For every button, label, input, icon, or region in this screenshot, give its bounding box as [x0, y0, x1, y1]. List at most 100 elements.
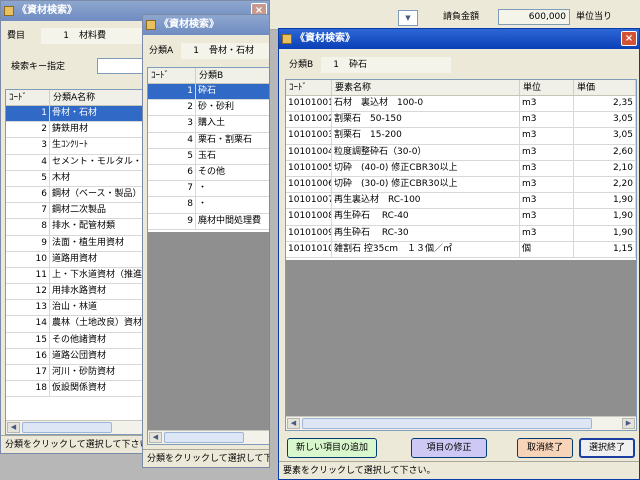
status-bar: 要素をクリックして選択して下さい。 — [279, 461, 639, 479]
cell-name: ・ — [196, 197, 269, 212]
cell-code: 10101010 — [286, 241, 332, 257]
unit-price-label: 単位当り — [576, 12, 613, 22]
table-row[interactable]: 10101009 再生砕石 RC-30 m3 1,90 — [286, 225, 636, 242]
scroll-left-icon[interactable]: ◀ — [7, 422, 20, 433]
cell-unit: m3 — [520, 160, 574, 176]
class-b-label: 分類B — [289, 60, 314, 70]
table-row[interactable]: 10101007 再生裏込材 RC-100 m3 1,90 — [286, 193, 636, 210]
table-row[interactable]: 4 栗石・割栗石 — [148, 132, 269, 149]
table-row[interactable]: 10101010 雑割石 控35cm １３個／㎡個 1,15 — [286, 241, 636, 258]
table-row[interactable]: 15 その他諸資材 — [6, 332, 160, 349]
cell-code: 8 — [6, 219, 50, 235]
table-row[interactable]: 3 生ｺﾝｸﾘｰﾄ — [6, 138, 160, 155]
table-row[interactable]: 5 玉石 — [148, 148, 269, 165]
cell-name: 切砕 (30-0) 修正CBR30以上 — [332, 176, 520, 193]
horizontal-scrollbar[interactable]: ◀ — [148, 430, 269, 444]
close-button[interactable]: × — [621, 31, 637, 46]
table-row[interactable]: 10101003 割栗石 15-200 m3 3,05 — [286, 128, 636, 145]
table-row[interactable]: 6 その他 — [148, 164, 269, 182]
cell-unit: m3 — [520, 209, 574, 225]
scroll-thumb[interactable] — [302, 418, 592, 429]
cell-name: 割栗石 50-150 — [332, 112, 520, 128]
window-title: 《資材検索》 — [159, 19, 219, 30]
cancel-button[interactable]: 取消終了 — [517, 438, 573, 458]
main-combo[interactable]: ▼ — [398, 10, 418, 26]
table-row[interactable]: 17 河川・砂防資材 — [6, 365, 160, 382]
cell-price: 1,90 — [574, 193, 636, 209]
table-row[interactable]: 10101005 切砕 (40-0) 修正CBR30以上 m3 2,10 — [286, 160, 636, 177]
table-row[interactable]: 7 鋼材二次製品 — [6, 203, 160, 220]
cell-name: 雑割石 控35cm １３個／㎡ — [332, 241, 520, 257]
contract-amount-label: 請負金額 — [443, 12, 480, 22]
horizontal-scrollbar[interactable]: ◀ ▶ — [286, 416, 636, 430]
table-row[interactable]: 3 購入土 — [148, 116, 269, 133]
table-row[interactable]: 10101004 粒度調整砕石（30-0） m3 2,60 — [286, 144, 636, 161]
table-row[interactable]: 5 木材 — [6, 170, 160, 187]
cell-price: 2,20 — [574, 176, 636, 193]
table-row[interactable]: 18 仮設関係資材 — [6, 381, 160, 398]
table-row[interactable]: 10101002 割栗石 50-150 m3 3,05 — [286, 112, 636, 129]
status-bar: 分類をクリックして選択して下さい。 — [143, 449, 269, 467]
app-icon — [146, 20, 156, 30]
cell-price: 2,35 — [574, 96, 636, 112]
column-header-price: 単価 — [574, 80, 636, 95]
cell-code: 16 — [6, 348, 50, 364]
table-row[interactable]: 10 道路用資材 — [6, 251, 160, 268]
table-row[interactable]: 14 農林（土地改良）資材 — [6, 316, 160, 333]
class-a-label: 分類A — [149, 46, 174, 56]
cell-code: 12 — [6, 284, 50, 300]
cell-unit: m3 — [520, 144, 574, 160]
scroll-right-icon[interactable]: ▶ — [622, 418, 635, 429]
grid-header: ｺｰﾄﾞ 要素名称 単位 単価 — [286, 80, 636, 96]
cell-code: 5 — [6, 170, 50, 186]
scroll-left-icon[interactable]: ◀ — [149, 432, 162, 443]
cell-code: 10101004 — [286, 144, 332, 160]
grid-empty-area — [148, 232, 269, 430]
table-row[interactable]: 11 上・下水道資材（推進 — [6, 267, 160, 285]
cell-name: 再生砕石 RC-40 — [332, 209, 520, 225]
horizontal-scrollbar[interactable]: ◀ — [6, 420, 160, 434]
cell-code: 15 — [6, 332, 50, 348]
table-row[interactable]: 2 砂・砂利 — [148, 100, 269, 117]
cell-name: 割栗石 15-200 — [332, 128, 520, 144]
table-row[interactable]: 2 鋳鉄用材 — [6, 122, 160, 139]
cell-name: 購入土 — [196, 116, 269, 131]
cell-code: 9 — [6, 235, 50, 251]
cell-code: 10101006 — [286, 176, 332, 193]
table-row[interactable]: 10101001 石材 裏込材 100-0 m3 2,35 — [286, 96, 636, 113]
cell-code: 10101005 — [286, 160, 332, 176]
table-row[interactable]: 1 骨材・石材 — [6, 106, 160, 123]
material-search-window-3: 《資材検索》 × 分類B 1 砕石 ｺｰﾄﾞ 要素名称 単位 単価 1010100… — [278, 28, 640, 480]
table-row[interactable]: 12 用排水路資材 — [6, 284, 160, 301]
table-row[interactable]: 4 セメント・モルタル・ — [6, 154, 160, 171]
cell-name: 砕石 — [196, 84, 269, 99]
cell-code: 10101003 — [286, 128, 332, 144]
cell-name: その他 — [196, 165, 269, 180]
scroll-thumb[interactable] — [22, 422, 112, 433]
table-row[interactable]: 9 法面・植生用資材 — [6, 235, 160, 252]
table-row[interactable]: 6 鋼材（ベース・製品） — [6, 186, 160, 204]
add-new-item-button[interactable]: 新しい項目の追加 — [287, 438, 377, 458]
cell-name: 切砕 (40-0) 修正CBR30以上 — [332, 160, 520, 176]
table-row[interactable]: 10101008 再生砕石 RC-40 m3 1,90 — [286, 209, 636, 226]
table-row[interactable]: 1 砕石 — [148, 84, 269, 101]
cell-code: 2 — [148, 100, 196, 116]
window-title-bar: 《資材検索》 × — [279, 29, 639, 49]
scroll-thumb[interactable] — [164, 432, 244, 443]
table-row[interactable]: 8 ・ — [148, 197, 269, 214]
scroll-left-icon[interactable]: ◀ — [287, 418, 300, 429]
search-key-label: 検索キー指定 — [11, 62, 66, 72]
table-row[interactable]: 16 道路公団資材 — [6, 348, 160, 365]
table-row[interactable]: 10101006 切砕 (30-0) 修正CBR30以上 m3 2,20 — [286, 176, 636, 194]
cell-code: 14 — [6, 316, 50, 332]
table-row[interactable]: 9 廃材中間処理費 — [148, 213, 269, 230]
table-row[interactable]: 7 ・ — [148, 181, 269, 198]
select-done-button[interactable]: 選択終了 — [579, 438, 635, 458]
expense-label: 費目 — [7, 31, 26, 41]
modify-item-button[interactable]: 項目の修正 — [411, 438, 487, 458]
cell-price: 3,05 — [574, 128, 636, 144]
cell-code: 10101008 — [286, 209, 332, 225]
cell-code: 1 — [148, 84, 196, 100]
table-row[interactable]: 13 治山・林道 — [6, 300, 160, 317]
table-row[interactable]: 8 排水・配管材類 — [6, 219, 160, 236]
